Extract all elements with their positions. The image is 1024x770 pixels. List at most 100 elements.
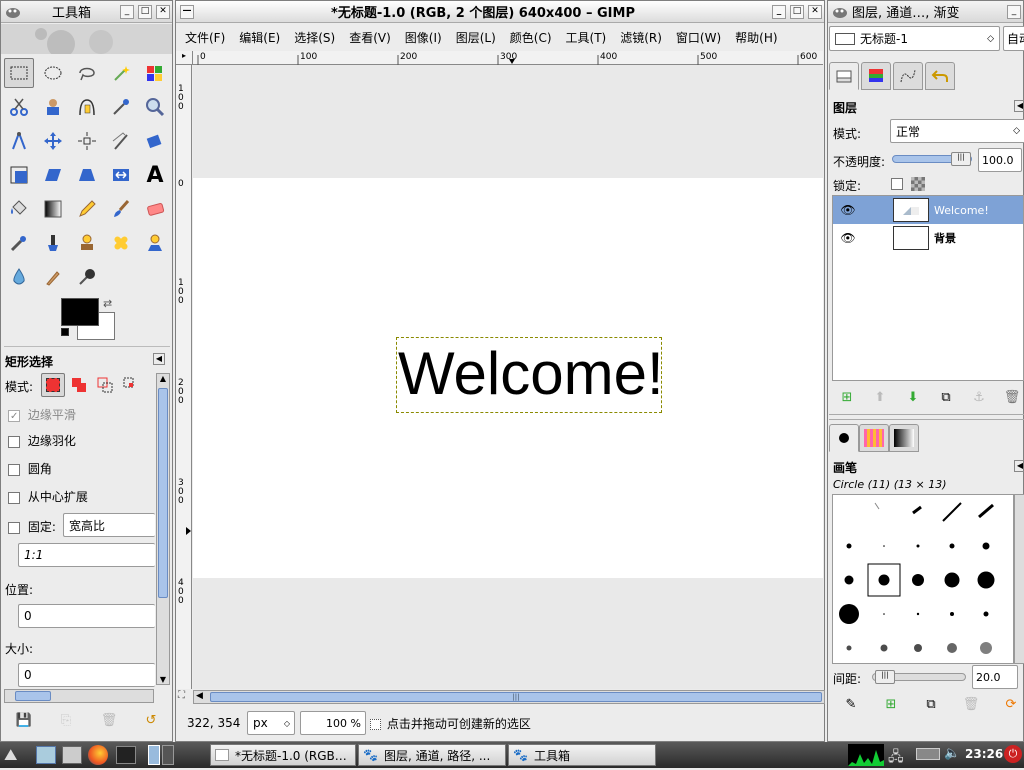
fixed-checkbox[interactable] [8, 521, 20, 534]
canvas-hscrollbar[interactable]: ◀ ||| [193, 690, 825, 704]
delete-layer-icon[interactable]: 🗑 [1003, 388, 1021, 406]
tab-gradients[interactable] [889, 424, 919, 452]
expand-center-checkbox[interactable] [8, 491, 20, 504]
menu-help[interactable]: 帮助(H) [735, 31, 777, 45]
reset-options-icon[interactable]: ↺ [142, 711, 160, 729]
spacing-slider[interactable]: ||| [872, 670, 966, 684]
eye-icon[interactable]: 👁 [833, 203, 863, 217]
zoom-select[interactable]: 100 % [300, 711, 366, 735]
unit-select[interactable]: px ◇ [247, 711, 295, 735]
menu-edit[interactable]: 编辑(E) [239, 31, 280, 45]
brush-grid[interactable] [832, 494, 1014, 664]
duplicate-layer-icon[interactable]: ⧉ [937, 388, 955, 406]
smudge-tool[interactable] [38, 262, 68, 292]
paths-tool[interactable] [72, 92, 102, 122]
show-desktop-icon[interactable] [36, 746, 56, 764]
layer-name[interactable]: Welcome! [934, 204, 989, 217]
restore-options-icon[interactable]: ⎘ [57, 711, 75, 729]
brush-menu-icon[interactable]: ◀ [1014, 460, 1024, 472]
start-menu-icon[interactable]: ⛰ [4, 745, 28, 765]
mode-intersect-button[interactable] [119, 373, 143, 397]
menu-tools[interactable]: 工具(T) [566, 31, 607, 45]
navigate-icon[interactable]: ⛶ [178, 690, 185, 701]
options-vscroll-thumb[interactable] [158, 388, 168, 598]
opacity-slider[interactable]: ||| [892, 152, 972, 166]
tab-channels[interactable] [861, 62, 891, 90]
lower-layer-icon[interactable]: ⬇ [904, 388, 922, 406]
rounded-checkbox[interactable] [8, 463, 20, 476]
close-icon[interactable]: ✕ [156, 4, 170, 19]
firefox-icon[interactable] [88, 745, 108, 765]
eraser-tool[interactable] [140, 194, 170, 224]
options-menu-icon[interactable]: ◀ [153, 353, 165, 365]
menu-colors[interactable]: 颜色(C) [510, 31, 552, 45]
new-layer-icon[interactable]: ⊞ [838, 388, 856, 406]
default-colors-icon[interactable] [61, 328, 69, 336]
crop-tool[interactable] [106, 126, 136, 156]
toolbox-titlebar[interactable]: 工具箱 _ □ ✕ [1, 1, 172, 23]
workspace-1-icon[interactable] [148, 745, 160, 765]
tab-brushes[interactable] [829, 424, 859, 452]
options-hscroll-thumb[interactable] [15, 691, 51, 701]
dock-menu-icon[interactable]: ◀ [1014, 100, 1024, 112]
expand-center-option[interactable]: 从中心扩展 [8, 488, 88, 505]
power-icon[interactable]: ⏻ [1004, 745, 1022, 763]
zoom-tool[interactable] [140, 92, 170, 122]
antialias-option[interactable]: 边缘平滑 [8, 406, 76, 423]
ruler-corner[interactable]: ▸ [176, 51, 193, 65]
tab-paths[interactable] [893, 62, 923, 90]
dock-titlebar[interactable]: 图层, 通道…, 渐变 _ [828, 1, 1023, 23]
anchor-layer-icon[interactable]: ⚓ [970, 388, 988, 406]
feather-option[interactable]: 边缘羽化 [8, 432, 76, 449]
pencil-tool[interactable] [72, 194, 102, 224]
mode-subtract-button[interactable] [93, 373, 117, 397]
scroll-up-icon[interactable]: ▲ [157, 374, 169, 383]
files-icon[interactable] [62, 746, 82, 764]
menu-select[interactable]: 选择(S) [294, 31, 335, 45]
auto-button[interactable]: 自动 [1003, 26, 1024, 51]
tab-patterns[interactable] [859, 424, 889, 452]
brush-vscrollbar[interactable] [1014, 494, 1024, 664]
minimize-icon[interactable]: _ [1007, 4, 1021, 19]
lock-pixels-checkbox[interactable] [891, 178, 903, 190]
mode-add-button[interactable] [67, 373, 91, 397]
minimize-icon[interactable]: _ [772, 4, 786, 19]
vertical-ruler[interactable]: 100 0 100 200 300 400 [176, 65, 192, 689]
layer-name[interactable]: 背景 [934, 230, 956, 246]
rotate-tool[interactable] [140, 126, 170, 156]
lock-alpha-icon[interactable] [911, 177, 925, 191]
dodge-burn-tool[interactable] [72, 262, 102, 292]
menu-filters[interactable]: 滤镜(R) [620, 31, 662, 45]
shear-tool[interactable] [38, 160, 68, 190]
workspace-2-icon[interactable] [162, 745, 174, 765]
fixed-option[interactable]: 固定: [8, 518, 56, 535]
image-titlebar[interactable]: — *无标题-1.0 (RGB, 2 个图层) 640x400 – GIMP _… [176, 1, 824, 23]
duplicate-brush-icon[interactable]: ⧉ [922, 695, 940, 713]
terminal-icon[interactable] [116, 746, 136, 764]
tab-undo[interactable] [925, 62, 955, 90]
feather-checkbox[interactable] [8, 435, 20, 448]
task-dock-window[interactable]: 🐾 图层, 通道, 路径, ... [358, 744, 506, 766]
spacing-input[interactable]: 20.0 [972, 665, 1018, 689]
menu-view[interactable]: 查看(V) [349, 31, 391, 45]
maximize-icon[interactable]: □ [138, 4, 152, 19]
task-image-window[interactable]: *无标题-1.0 (RGB… [210, 744, 356, 766]
airbrush-tool[interactable] [4, 228, 34, 258]
welcome-text[interactable]: Welcome! [398, 336, 664, 412]
options-hscrollbar[interactable] [4, 689, 154, 703]
swap-colors-icon[interactable]: ⇄ [103, 297, 112, 310]
delete-brush-icon[interactable]: 🗑 [962, 695, 980, 713]
paintbrush-tool[interactable] [106, 194, 136, 224]
rounded-option[interactable]: 圆角 [8, 460, 52, 477]
rect-select-tool[interactable] [4, 58, 34, 88]
raise-layer-icon[interactable]: ⬆ [871, 388, 889, 406]
opacity-input[interactable]: 100.0 [978, 148, 1022, 172]
options-vscrollbar[interactable]: ▲ ▼ [156, 373, 170, 685]
eye-icon[interactable]: 👁 [833, 231, 863, 245]
perspective-clone-tool[interactable] [140, 228, 170, 258]
task-toolbox-window[interactable]: 🐾 工具箱 [508, 744, 656, 766]
measure-tool[interactable] [4, 126, 34, 156]
volume-icon[interactable]: 🔈 [944, 746, 960, 761]
text-tool[interactable]: A [140, 160, 170, 190]
fixed-type-select[interactable]: 宽高比 [63, 513, 155, 537]
